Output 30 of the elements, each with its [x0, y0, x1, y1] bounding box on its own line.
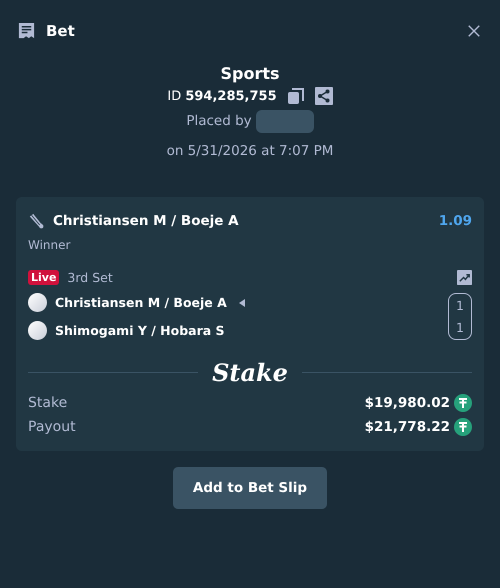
event-name: Christiansen M / Boeje A: [53, 213, 240, 229]
team-score: 1: [456, 320, 464, 335]
share-icon[interactable]: [314, 87, 333, 105]
close-icon[interactable]: [467, 24, 481, 38]
coin-icon: [454, 394, 472, 412]
team-score: 1: [456, 298, 464, 313]
bet-category: Sports: [220, 64, 280, 83]
total-amount: $21,778.22: [364, 419, 450, 435]
total-amount: $19,980.02: [364, 395, 450, 411]
coin-icon: [454, 418, 472, 436]
placed-date: on 5/31/2026 at 7:07 PM: [166, 142, 334, 161]
dialog-title: Bet: [46, 22, 76, 40]
redacted-username: [256, 110, 314, 132]
team-name: Shimogami Y / Hobara S: [55, 323, 225, 338]
brand-logo: Stake: [212, 358, 288, 387]
placed-by-label: Placed by: [186, 113, 252, 129]
live-badge: Live: [28, 270, 60, 285]
odds-value: 1.09: [438, 213, 472, 229]
team-name: Christiansen M / Boeje A: [55, 295, 227, 310]
total-label: Stake: [28, 395, 68, 411]
copy-icon[interactable]: [286, 87, 305, 105]
receipt-icon: [17, 22, 36, 40]
bet-id: ID 594,285,755: [167, 88, 277, 104]
team-logo-icon: [28, 321, 47, 340]
stats-chart-icon[interactable]: [457, 270, 472, 285]
team-logo-icon: [28, 293, 47, 312]
add-to-bet-slip-button[interactable]: Add to Bet Slip: [172, 467, 328, 509]
total-label: Payout: [28, 419, 77, 435]
market-name: Winner: [28, 238, 72, 252]
match-period: 3rd Set: [67, 270, 114, 285]
